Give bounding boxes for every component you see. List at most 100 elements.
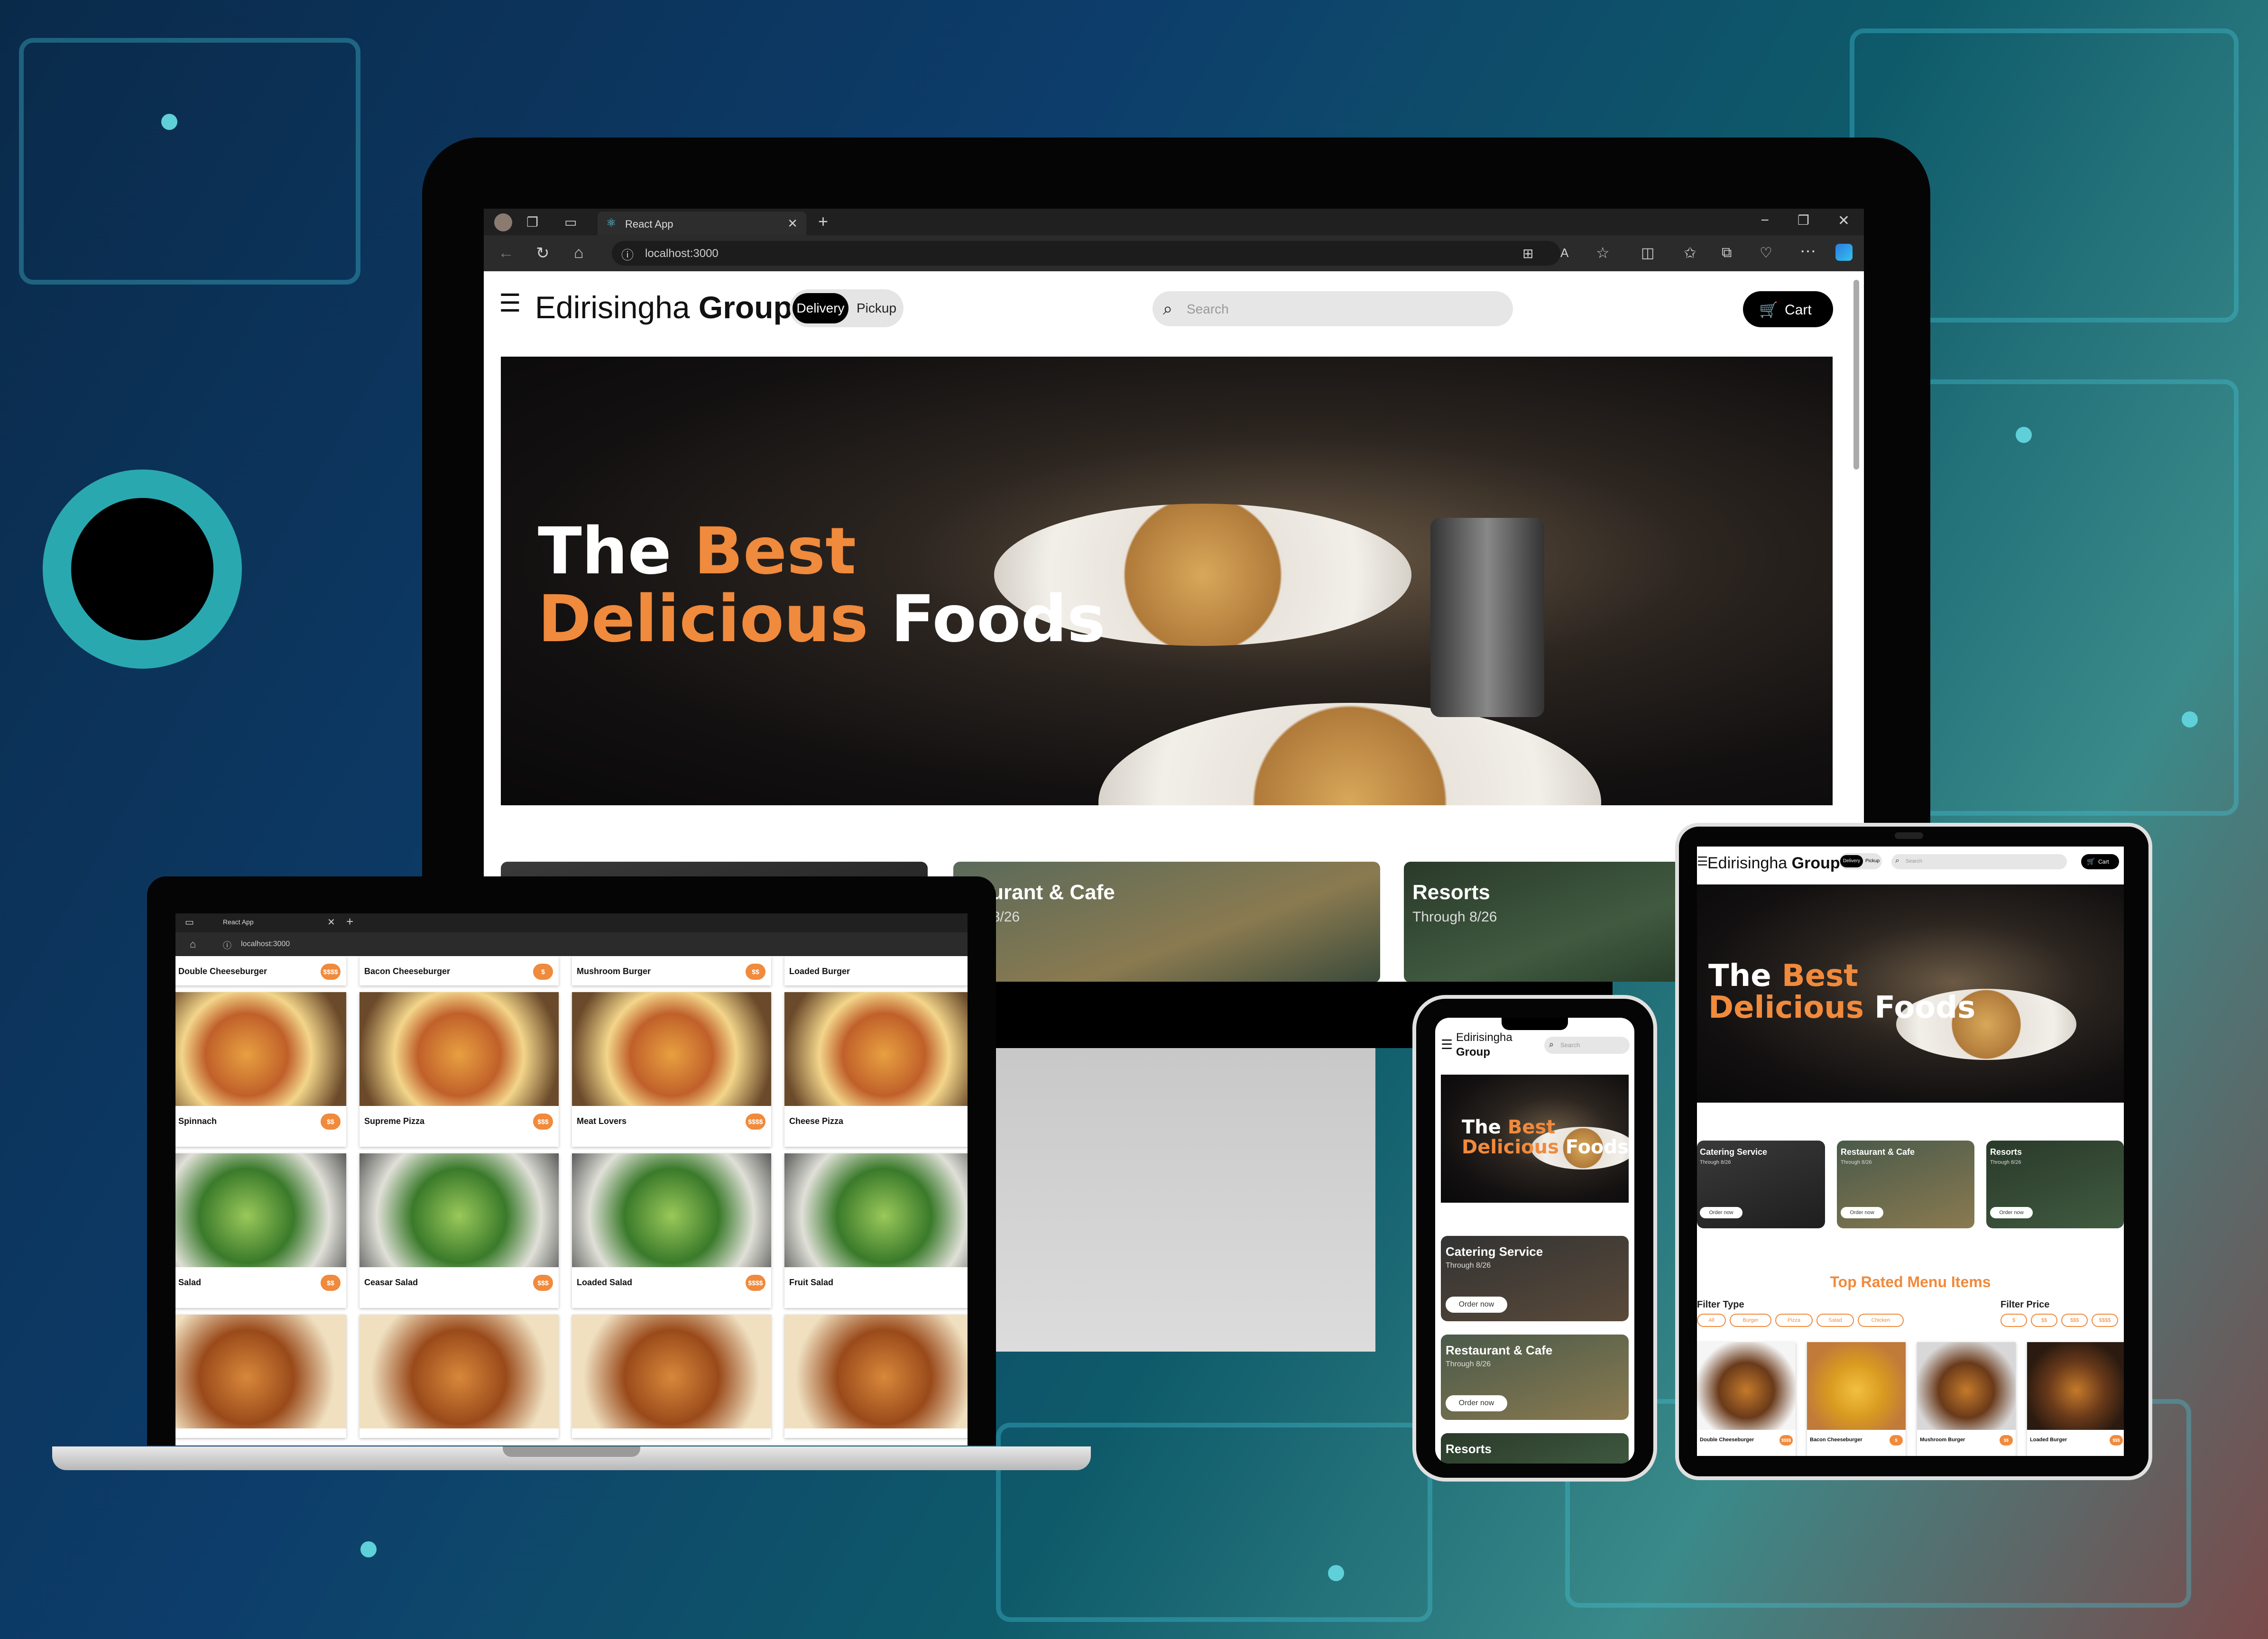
menu-item-card[interactable]: Supreme Pizza $$$ bbox=[360, 992, 559, 1147]
tablet-featured-card-catering[interactable]: Catering Service Through 8/26 Order now bbox=[1697, 1141, 1825, 1228]
menu-item-card[interactable] bbox=[360, 1315, 559, 1438]
laptop-tab-actions-icon[interactable]: ▭ bbox=[185, 916, 194, 928]
browser-tab[interactable]: ⚛ React App ✕ bbox=[598, 212, 806, 235]
cart-button[interactable]: 🛒 Cart bbox=[1743, 291, 1833, 327]
tablet-menu-item-card[interactable]: Bacon Cheeseburger $ bbox=[1807, 1342, 1906, 1456]
home-icon[interactable]: ⌂ bbox=[574, 244, 584, 262]
favorites-icon[interactable]: ✩ bbox=[1684, 244, 1696, 262]
browser-essentials-icon[interactable]: ♡ bbox=[1760, 245, 1772, 261]
tablet-order-now-button[interactable]: Order now bbox=[1990, 1207, 2033, 1218]
tablet-price-badge: $ bbox=[1890, 1435, 1903, 1446]
laptop-url-text[interactable]: localhost:3000 bbox=[241, 940, 290, 948]
menu-item-card[interactable]: Fruit Salad bbox=[784, 1153, 968, 1308]
menu-item-card[interactable]: Cheese Pizza bbox=[784, 992, 968, 1147]
circuit-pad bbox=[1328, 1565, 1344, 1581]
filter-price-4-button[interactable]: $$$$ bbox=[2092, 1314, 2118, 1327]
copilot-icon[interactable] bbox=[1835, 244, 1853, 261]
tablet-delivery-button[interactable]: Delivery bbox=[1840, 855, 1863, 867]
menu-item-card[interactable]: Spinnach $$ bbox=[175, 992, 346, 1147]
filter-type-burger-button[interactable]: Burger bbox=[1730, 1314, 1771, 1327]
tablet-hamburger-icon[interactable]: ☰ bbox=[1697, 854, 1708, 869]
tablet-hero-headline: The Best Delicious Foods bbox=[1708, 960, 1975, 1024]
minimize-icon[interactable]: − bbox=[1761, 212, 1769, 229]
laptop-close-tab-icon[interactable]: ✕ bbox=[327, 916, 335, 928]
menu-item-card[interactable]: Loaded Salad $$$$ bbox=[572, 1153, 771, 1308]
address-bar[interactable]: ⓘ localhost:3000 bbox=[612, 241, 1560, 266]
tablet-menu-title: Top Rated Menu Items bbox=[1830, 1273, 1991, 1290]
tablet-cart-button[interactable]: 🛒 Cart bbox=[2081, 854, 2119, 869]
phone-featured-card-resorts[interactable]: Resorts bbox=[1441, 1433, 1629, 1464]
site-info-icon[interactable]: ⓘ bbox=[621, 246, 634, 263]
filter-type-chicken-button[interactable]: Chicken bbox=[1858, 1314, 1904, 1327]
page-scrollbar[interactable] bbox=[1853, 280, 1859, 470]
menu-item-card[interactable]: Ceasar Salad $$$ bbox=[360, 1153, 559, 1308]
phone-card-title: Restaurant & Cafe bbox=[1446, 1343, 1553, 1357]
filter-type-salad-button[interactable]: Salad bbox=[1816, 1314, 1854, 1327]
filter-price-1-button[interactable]: $ bbox=[2001, 1314, 2027, 1327]
pizza-image bbox=[360, 992, 559, 1106]
phone-featured-card-restaurant[interactable]: Restaurant & Cafe Through 8/26 Order now bbox=[1441, 1335, 1629, 1420]
phone-hamburger-icon[interactable]: ☰ bbox=[1441, 1037, 1453, 1052]
tablet-featured-card-resorts[interactable]: Resorts Through 8/26 Order now bbox=[1986, 1141, 2124, 1228]
menu-item-card[interactable]: Double Cheeseburger $$$$ bbox=[175, 956, 346, 985]
app-available-icon[interactable]: ⊞ bbox=[1522, 246, 1533, 261]
tab-actions-icon[interactable]: ▭ bbox=[564, 214, 577, 230]
tablet-order-now-button[interactable]: Order now bbox=[1700, 1207, 1742, 1218]
menu-item-card[interactable] bbox=[784, 1315, 968, 1438]
collections-icon[interactable]: ⧉ bbox=[1722, 245, 1732, 261]
tablet-filter-price-label: Filter Price bbox=[2001, 1299, 2050, 1310]
tablet-menu-item-card[interactable]: Loaded Burger $$$ bbox=[2027, 1342, 2124, 1456]
phone-order-now-button[interactable]: Order now bbox=[1446, 1395, 1507, 1411]
tablet-search-bar[interactable]: ⌕ Search bbox=[1891, 854, 2067, 869]
price-badge: $$$$ bbox=[321, 964, 341, 980]
read-aloud-icon[interactable]: A bbox=[1560, 246, 1568, 260]
menu-item-card[interactable]: Salad $$ bbox=[175, 1153, 346, 1308]
menu-item-card[interactable]: Bacon Cheeseburger $ bbox=[360, 956, 559, 985]
close-window-icon[interactable]: ✕ bbox=[1838, 212, 1850, 229]
new-tab-icon[interactable]: + bbox=[818, 212, 828, 231]
back-icon[interactable]: ← bbox=[498, 244, 514, 262]
filter-price-3-button[interactable]: $$$ bbox=[2061, 1314, 2088, 1327]
phone-hero-headline: The Best Delicious Foods bbox=[1462, 1117, 1629, 1157]
laptop-base bbox=[52, 1446, 1091, 1470]
menu-item-card[interactable]: Loaded Burger bbox=[784, 956, 968, 985]
workspaces-icon[interactable]: ❐ bbox=[526, 214, 538, 230]
menu-item-card[interactable] bbox=[175, 1315, 346, 1438]
tablet-pickup-button[interactable]: Pickup bbox=[1864, 855, 1881, 867]
menu-item-card[interactable]: Meat Lovers $$$$ bbox=[572, 992, 771, 1147]
phone-search-bar[interactable]: ⌕ Search bbox=[1544, 1037, 1630, 1054]
filter-type-all-button[interactable]: All bbox=[1697, 1314, 1726, 1327]
maximize-icon[interactable]: ❐ bbox=[1798, 212, 1809, 228]
hamburger-menu-icon[interactable]: ☰ bbox=[499, 289, 521, 318]
tablet-hero-text-delicious: Delicious bbox=[1708, 990, 1875, 1026]
favorite-star-icon[interactable]: ☆ bbox=[1596, 244, 1610, 262]
filter-price-2-button[interactable]: $$ bbox=[2031, 1314, 2057, 1327]
price-badge: $$$ bbox=[533, 1275, 553, 1291]
tablet-menu-item-card[interactable]: Double Cheeseburger $$$$ bbox=[1697, 1342, 1796, 1456]
delivery-toggle-button[interactable]: Delivery bbox=[793, 293, 848, 323]
profile-avatar-icon[interactable] bbox=[494, 213, 512, 231]
close-tab-icon[interactable]: ✕ bbox=[787, 216, 798, 231]
menu-item-card[interactable] bbox=[572, 1315, 771, 1438]
phone-featured-card-catering[interactable]: Catering Service Through 8/26 Order now bbox=[1441, 1236, 1629, 1321]
phone-order-now-button[interactable]: Order now bbox=[1446, 1297, 1507, 1313]
search-bar[interactable]: ⌕ Search bbox=[1152, 291, 1513, 326]
laptop-tab-title[interactable]: React App bbox=[223, 918, 254, 926]
split-screen-icon[interactable]: ◫ bbox=[1641, 245, 1654, 261]
laptop-new-tab-icon[interactable]: + bbox=[346, 914, 353, 929]
refresh-icon[interactable]: ↻ bbox=[536, 244, 550, 263]
pickup-toggle-button[interactable]: Pickup bbox=[851, 293, 902, 323]
more-menu-icon[interactable]: ⋯ bbox=[1800, 242, 1816, 261]
menu-item-name: Bacon Cheeseburger bbox=[364, 967, 451, 976]
laptop-home-icon[interactable]: ⌂ bbox=[190, 938, 196, 950]
laptop-site-info-icon[interactable]: ⓘ bbox=[223, 939, 231, 951]
phone-search-placeholder: Search bbox=[1560, 1041, 1580, 1049]
tablet-menu-item-card[interactable]: Mushroom Burger $$ bbox=[1917, 1342, 2016, 1456]
tablet-featured-card-restaurant[interactable]: Restaurant & Cafe Through 8/26 Order now bbox=[1837, 1141, 1974, 1228]
phone-card-subtitle: Through 8/26 bbox=[1446, 1261, 1491, 1270]
price-badge: $ bbox=[533, 964, 553, 980]
filter-type-pizza-button[interactable]: Pizza bbox=[1775, 1314, 1813, 1327]
menu-item-card[interactable]: Mushroom Burger $$ bbox=[572, 956, 771, 985]
tablet-order-now-button[interactable]: Order now bbox=[1841, 1207, 1883, 1218]
featured-card-restaurant[interactable]: taurant & Cafe gh 8/26 bbox=[953, 862, 1380, 982]
